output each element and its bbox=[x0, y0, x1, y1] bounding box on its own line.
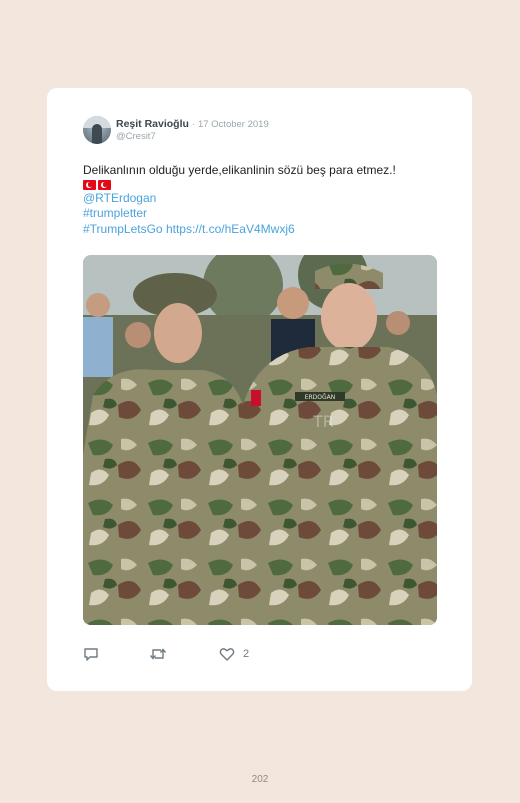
photo-illustration: ERDOĞAN TR bbox=[83, 255, 437, 625]
author-name[interactable]: Reşit Ravioğlu bbox=[116, 118, 189, 130]
tweet-actions: 2 bbox=[83, 646, 323, 666]
like-count: 2 bbox=[243, 648, 250, 660]
like-button[interactable]: 2 bbox=[219, 646, 249, 662]
tweet-date[interactable]: 17 October 2019 bbox=[198, 119, 269, 130]
turkish-flag-icon bbox=[83, 179, 96, 190]
flag-emojis bbox=[83, 179, 443, 191]
author-row: Reşit Ravioğlu · 17 October 2019 bbox=[116, 118, 269, 130]
mention-link[interactable]: @RTErdogan bbox=[83, 191, 443, 207]
tweet-card: Reşit Ravioğlu · 17 October 2019 @Cresit… bbox=[47, 88, 472, 691]
tweet-photo[interactable]: ERDOĞAN TR bbox=[83, 255, 437, 625]
hashtag-link[interactable]: #TrumpLetsGo bbox=[83, 222, 163, 236]
tweet-text: Delikanlının olduğu yerde,elikanlinin sö… bbox=[83, 163, 396, 177]
page-number: 202 bbox=[251, 774, 269, 785]
meta-separator: · bbox=[191, 119, 196, 130]
url-link[interactable]: https://t.co/hEaV4Mwxj6 bbox=[166, 222, 295, 236]
turkish-flag-icon bbox=[98, 179, 111, 190]
hashtag-link[interactable]: #trumpletter bbox=[83, 206, 443, 222]
reply-button[interactable] bbox=[83, 646, 99, 662]
tweet-body: Delikanlının olduğu yerde,elikanlinin sö… bbox=[83, 163, 443, 237]
avatar[interactable] bbox=[83, 116, 111, 144]
author-handle[interactable]: @Cresit7 bbox=[116, 131, 156, 142]
photo-watermark: TR bbox=[312, 412, 334, 431]
reply-icon bbox=[84, 648, 98, 661]
like-icon bbox=[219, 648, 235, 661]
retweet-button[interactable] bbox=[149, 646, 167, 662]
photo-name-tag: ERDOĞAN bbox=[305, 394, 336, 401]
retweet-icon bbox=[149, 648, 167, 660]
